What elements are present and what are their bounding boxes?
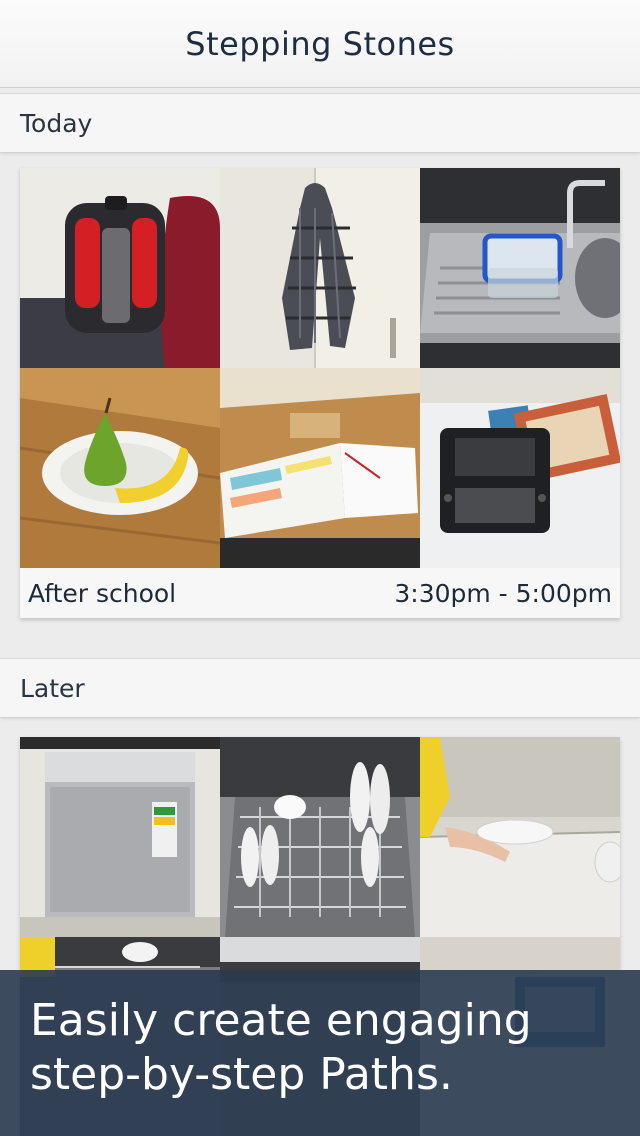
promo-banner: Easily create engaging step-by-step Path… <box>0 970 640 1136</box>
path-image-dishwasher-closed <box>20 737 220 937</box>
path-image-backpack <box>20 168 220 368</box>
path-card-footer: After school 3:30pm - 5:00pm <box>20 568 620 618</box>
path-name: After school <box>28 578 177 608</box>
path-card-after-school[interactable]: After school 3:30pm - 5:00pm <box>20 168 620 618</box>
app-title: Stepping Stones <box>185 24 455 63</box>
path-time: 3:30pm - 5:00pm <box>394 578 612 608</box>
promo-banner-text: Easily create engaging step-by-step Path… <box>30 995 532 1100</box>
navigation-bar: Stepping Stones <box>0 0 640 88</box>
path-image-dishwasher-open <box>220 737 420 937</box>
path-image-grid <box>20 168 620 568</box>
path-image-jacket <box>220 168 420 368</box>
path-image-homework <box>220 368 420 568</box>
path-image-plates <box>420 737 620 937</box>
section-label-today: Today <box>20 108 93 138</box>
path-image-game-console <box>420 368 620 568</box>
section-header-today: Today <box>0 93 640 153</box>
section-header-later: Later <box>0 658 640 718</box>
path-image-fruit <box>20 368 220 568</box>
section-label-later: Later <box>20 673 85 703</box>
path-image-sink <box>420 168 620 368</box>
